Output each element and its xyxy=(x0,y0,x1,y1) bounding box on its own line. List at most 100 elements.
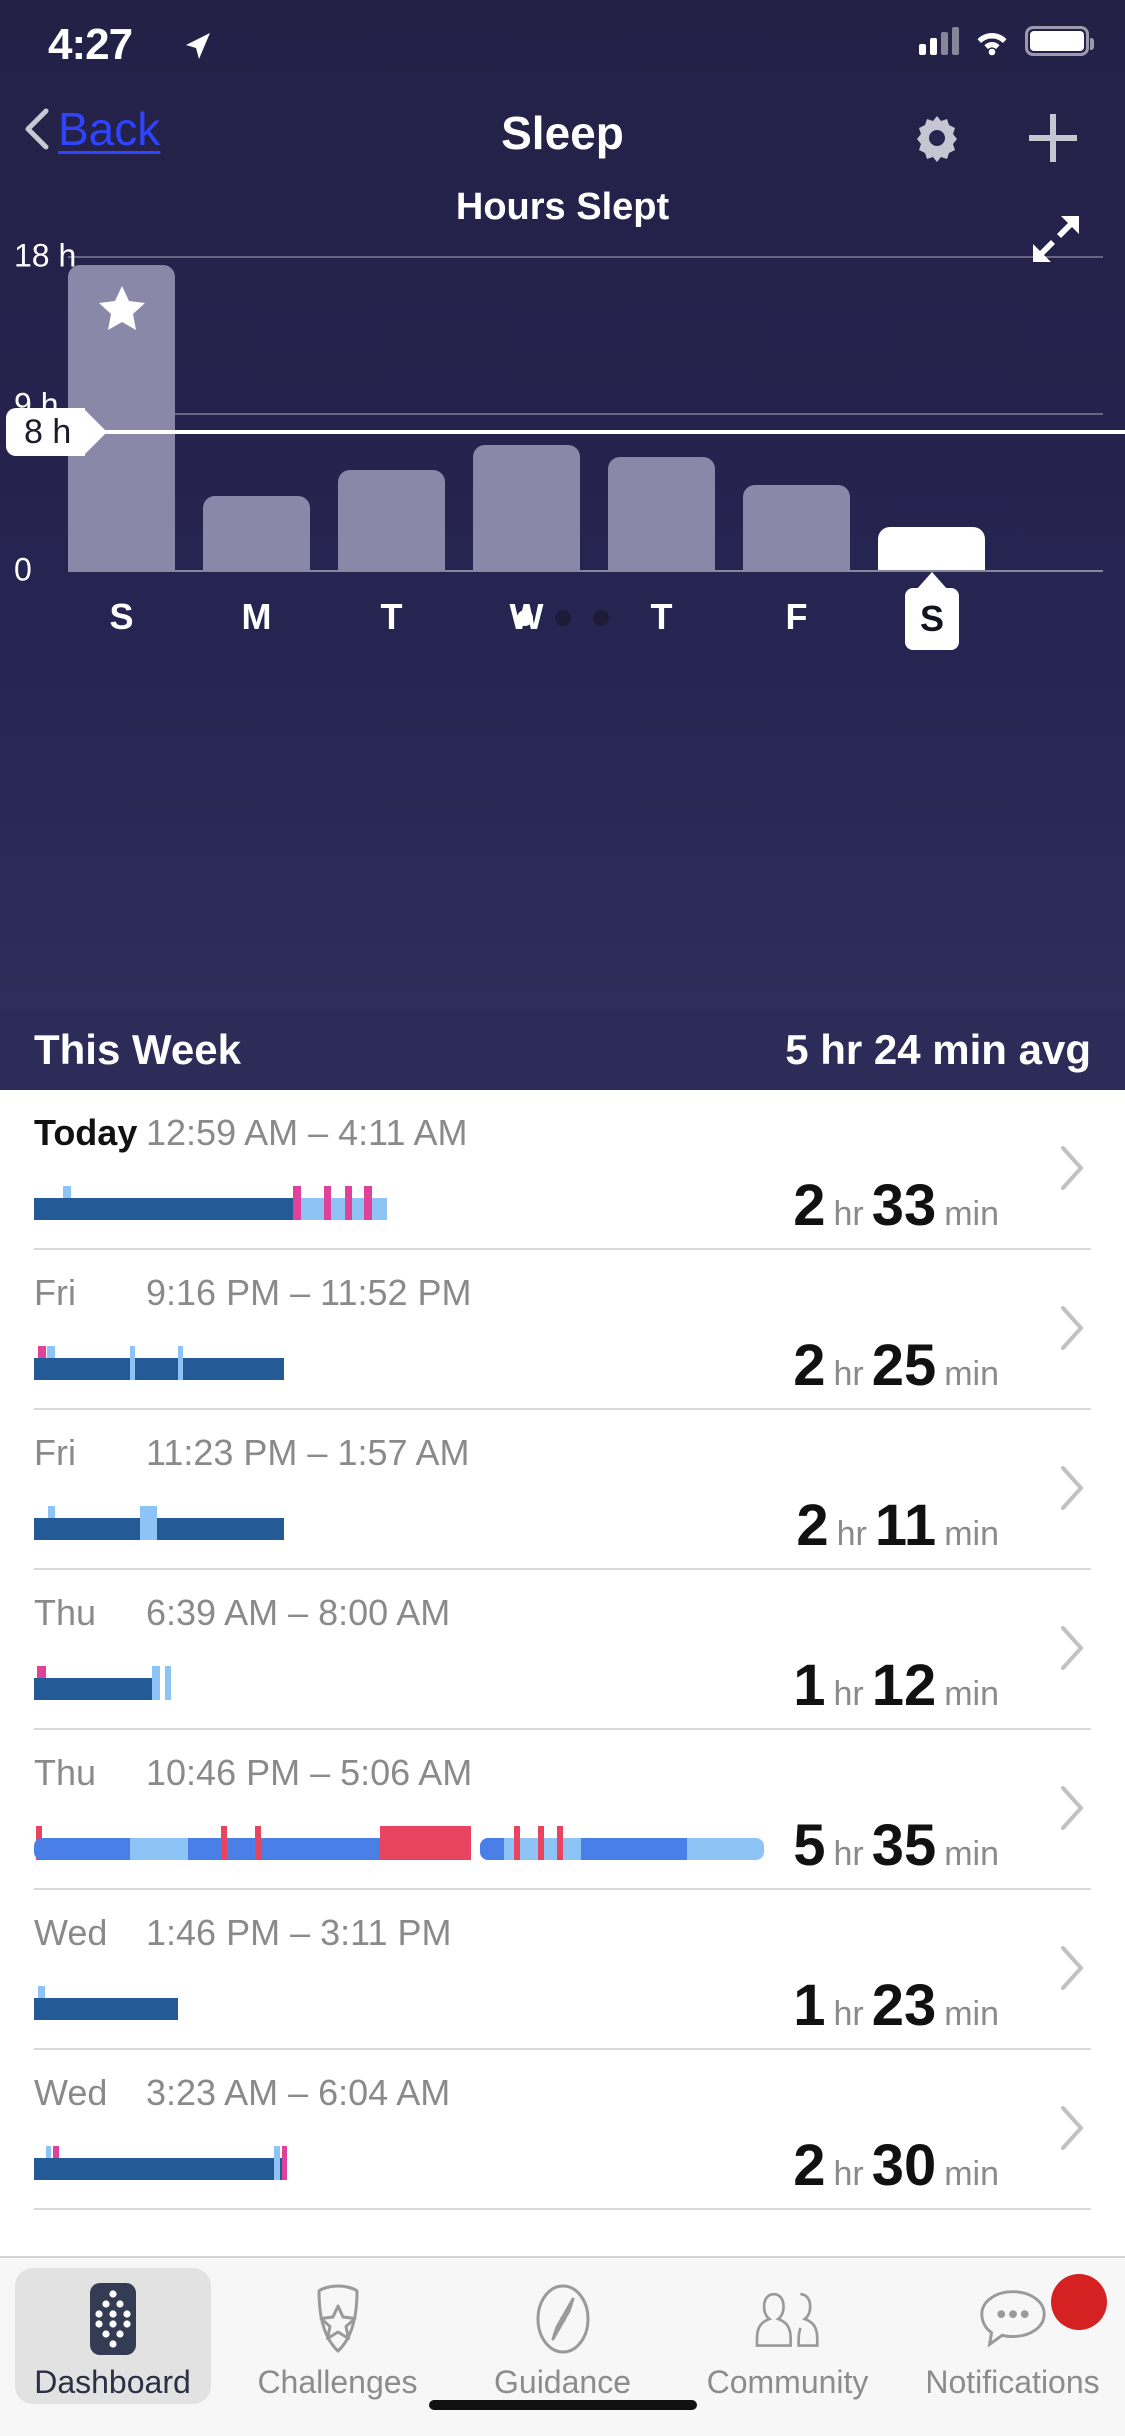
sleep-duration-minunit: min xyxy=(944,1675,999,1714)
sleep-row-day: Thu xyxy=(34,1752,146,1794)
week-summary-average: 5 hr 24 min avg xyxy=(785,1026,1091,1074)
hypnogram-segment-light xyxy=(130,1838,188,1860)
hypnogram-segment-deep xyxy=(34,1358,284,1380)
page-dot-1[interactable] xyxy=(517,610,533,626)
sleep-row-header: Wed1:46 PM – 3:11 PM xyxy=(34,1912,452,1954)
sleep-duration-minutes: 23 xyxy=(872,1972,937,2039)
sleep-stage-hypnogram xyxy=(34,1506,674,1540)
sleep-chart-panel: 4:27 Back Sleep xyxy=(0,0,1125,1010)
chevron-right-icon[interactable] xyxy=(1059,2104,1085,2152)
page-dot-2[interactable] xyxy=(555,610,571,626)
tab-challenges[interactable]: Challenges xyxy=(225,2268,450,2401)
sleep-session-row[interactable]: Wed3:23 AM – 6:04 AM2hr30min xyxy=(34,2050,1091,2210)
sleep-duration-hrunit: hr xyxy=(833,2155,863,2194)
sleep-stage-hypnogram xyxy=(34,1346,674,1380)
page-dot-3[interactable] xyxy=(593,610,609,626)
sleep-stage-hypnogram xyxy=(34,1826,674,1860)
hypnogram-segment-awake xyxy=(538,1826,544,1860)
wifi-icon xyxy=(973,26,1011,56)
sleep-duration-minunit: min xyxy=(944,1995,999,2034)
sleep-session-row[interactable]: Wed1:46 PM – 3:11 PM1hr23min xyxy=(34,1890,1091,2050)
hypnogram-segment-awake xyxy=(557,1826,563,1860)
bar-thursday[interactable] xyxy=(608,457,715,570)
sleep-row-time-range: 9:16 PM – 11:52 PM xyxy=(146,1272,472,1314)
chevron-right-icon[interactable] xyxy=(1059,1624,1085,1672)
sleep-row-header: Fri11:23 PM – 1:57 AM xyxy=(34,1432,470,1474)
hypnogram-segment-awake xyxy=(255,1826,261,1860)
compass-icon xyxy=(524,2280,602,2358)
tab-label-notifications: Notifications xyxy=(925,2364,1099,2401)
hypnogram-segment-deep xyxy=(34,1678,159,1700)
gear-icon[interactable] xyxy=(909,110,965,166)
hypnogram-segment-light xyxy=(352,1198,364,1220)
bar-saturday-selected[interactable] xyxy=(878,527,985,570)
hypnogram-segment-rem xyxy=(324,1186,331,1220)
bar-monday[interactable] xyxy=(203,496,310,570)
chevron-right-icon[interactable] xyxy=(1059,1944,1085,1992)
sleep-duration-hours: 2 xyxy=(796,1492,828,1559)
home-indicator xyxy=(429,2400,697,2410)
sleep-duration: 5hr35min xyxy=(793,1812,999,1879)
sleep-stage-hypnogram xyxy=(34,1986,674,2020)
notification-badge xyxy=(1051,2274,1107,2330)
hours-slept-chart[interactable]: 18 h 9 h xyxy=(0,248,1125,570)
bar-tuesday[interactable] xyxy=(338,470,445,570)
sleep-row-day: Wed xyxy=(34,1912,146,1954)
location-arrow-icon xyxy=(182,30,214,62)
hypnogram-segment-light xyxy=(130,1346,135,1380)
navigation-bar: Back Sleep xyxy=(0,96,1125,184)
battery-full-icon xyxy=(1025,26,1089,56)
sleep-session-row[interactable]: Thu6:39 AM – 8:00 AM1hr12min xyxy=(34,1570,1091,1730)
sleep-goal-line xyxy=(30,430,1125,434)
sleep-duration-hours: 1 xyxy=(793,1972,825,2039)
sleep-duration-minutes: 12 xyxy=(872,1652,937,1719)
status-icons xyxy=(919,26,1089,56)
sleep-row-header: Today12:59 AM – 4:11 AM xyxy=(34,1112,468,1154)
sleep-stage-hypnogram xyxy=(34,2146,674,2180)
sleep-session-row[interactable]: Fri11:23 PM – 1:57 AM2hr11min xyxy=(34,1410,1091,1570)
sleep-session-row[interactable]: Today12:59 AM – 4:11 AM2hr33min xyxy=(34,1090,1091,1250)
hypnogram-segment-medium xyxy=(188,1838,399,1860)
sleep-row-time-range: 3:23 AM – 6:04 AM xyxy=(146,2072,450,2114)
bar-wednesday[interactable] xyxy=(473,445,580,570)
sleep-duration: 2hr30min xyxy=(793,2132,999,2199)
sleep-sessions-list[interactable]: Today12:59 AM – 4:11 AM2hr33minFri9:16 P… xyxy=(0,1090,1125,2390)
tab-guidance[interactable]: Guidance xyxy=(450,2268,675,2401)
chevron-right-icon[interactable] xyxy=(1059,1464,1085,1512)
sleep-duration-hours: 2 xyxy=(793,1172,825,1239)
hypnogram-segment-deep xyxy=(34,1998,178,2020)
sleep-session-row[interactable]: Fri9:16 PM – 11:52 PM2hr25min xyxy=(34,1250,1091,1410)
sleep-duration-minutes: 30 xyxy=(872,2132,937,2199)
hypnogram-segment-medium xyxy=(581,1838,687,1860)
sleep-stage-hypnogram xyxy=(34,1186,674,1220)
sleep-duration-minutes: 35 xyxy=(872,1812,937,1879)
sleep-row-time-range: 1:46 PM – 3:11 PM xyxy=(146,1912,452,1954)
sleep-duration-hours: 5 xyxy=(793,1812,825,1879)
hypnogram-segment-light xyxy=(140,1506,157,1540)
tab-community[interactable]: Community xyxy=(675,2268,900,2401)
sleep-session-row[interactable]: Thu10:46 PM – 5:06 AM 5hr35min xyxy=(34,1730,1091,1890)
sleep-row-header: Thu10:46 PM – 5:06 AM xyxy=(34,1752,472,1794)
sleep-duration-hours: 2 xyxy=(793,2132,825,2199)
tab-label-challenges: Challenges xyxy=(257,2364,417,2401)
chevron-right-icon[interactable] xyxy=(1059,1784,1085,1832)
chart-title: Hours Slept xyxy=(0,186,1125,229)
tab-dashboard[interactable]: Dashboard xyxy=(0,2268,225,2401)
chevron-right-icon[interactable] xyxy=(1059,1304,1085,1352)
hypnogram-segment-light xyxy=(372,1198,387,1220)
plus-icon[interactable] xyxy=(1025,110,1081,166)
hypnogram-segment-light xyxy=(152,1666,160,1700)
sleep-row-header: Fri9:16 PM – 11:52 PM xyxy=(34,1272,472,1314)
carousel-page-dots[interactable] xyxy=(0,610,1125,626)
bottom-tab-bar: Dashboard Challenges Guidance Co xyxy=(0,2256,1125,2436)
tab-notifications[interactable]: Notifications xyxy=(900,2268,1125,2401)
hypnogram-segment-medium xyxy=(480,1838,504,1860)
bar-friday[interactable] xyxy=(743,485,850,570)
hypnogram-segment-deep xyxy=(34,2158,284,2180)
sleep-duration-hrunit: hr xyxy=(833,1675,863,1714)
hypnogram-segment-awake xyxy=(514,1826,520,1860)
hypnogram-segment-rem xyxy=(345,1186,352,1220)
week-summary-header: This Week 5 hr 24 min avg xyxy=(0,1010,1125,1090)
chevron-right-icon[interactable] xyxy=(1059,1144,1085,1192)
sleep-duration-minutes: 25 xyxy=(872,1332,937,1399)
